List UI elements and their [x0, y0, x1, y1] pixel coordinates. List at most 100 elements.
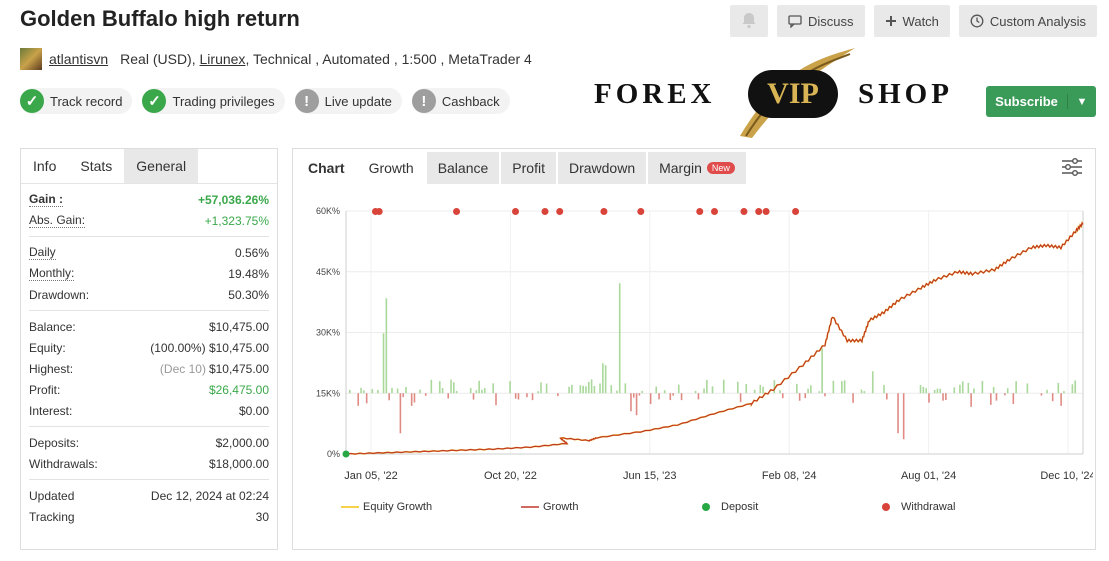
badge-label: Cashback [441, 93, 500, 109]
profit-bar [992, 387, 995, 394]
profit-bar [863, 391, 866, 394]
profit-bar [441, 388, 444, 394]
loss-bar [413, 393, 416, 403]
profit-bar [973, 388, 975, 394]
loss-bar [410, 393, 413, 406]
badge-cashback: ! Cashback [411, 88, 510, 114]
loss-bar [365, 393, 368, 404]
profit-bar [419, 389, 421, 394]
check-icon: ✓ [142, 89, 167, 113]
x-tick-label: Oct 20, '22 [484, 470, 537, 482]
x-tick-label: Jan 05, '22 [344, 470, 397, 482]
custom-analysis-button[interactable]: Custom Analysis [958, 5, 1097, 37]
chart-tab-label: Chart [297, 152, 356, 184]
loss-bar [798, 393, 801, 401]
profit-bar [590, 379, 593, 394]
legend-label: Withdrawal [901, 501, 956, 513]
profit-bar [481, 389, 483, 394]
new-badge: New [706, 162, 735, 174]
profit-bar [1057, 382, 1060, 394]
chart-settings-icon[interactable] [1061, 157, 1083, 182]
profit-bar [593, 385, 596, 394]
profit-bar [396, 388, 399, 394]
loss-bar [399, 393, 402, 434]
profit-bar [843, 380, 846, 394]
stat-key[interactable]: Daily [29, 245, 56, 260]
profit-bar [810, 385, 812, 394]
stat-value: Dec 12, 2024 at 02:24 [150, 488, 269, 503]
username-link[interactable]: atlantisvn [49, 51, 108, 67]
broker-link[interactable]: Lirunex [200, 51, 246, 67]
legend-withdrawal[interactable]: Withdrawal [881, 501, 1031, 513]
tab-balance[interactable]: Balance [426, 152, 500, 184]
tab-general[interactable]: General [124, 149, 199, 183]
stat-interest: Interest: $0.00 [29, 400, 269, 421]
withdrawal-marker [600, 208, 608, 215]
profit-bar [1074, 380, 1076, 394]
legend-growth[interactable]: Growth [521, 501, 701, 513]
loss-bar [635, 393, 638, 416]
equity-growth-line [345, 221, 1084, 456]
profit-bar [711, 386, 714, 394]
growth-chart[interactable]: 0% 15K% 30K% 45K% 60K% Jan 05, '22 Oct 20, '22… [293, 189, 1093, 494]
profit-bar [382, 333, 385, 394]
profit-bar [841, 381, 843, 394]
tab-profit[interactable]: Profit [501, 152, 556, 184]
avatar[interactable] [20, 48, 42, 70]
profit-bar [818, 391, 821, 394]
stat-key: Tracking [29, 509, 75, 524]
stat-key[interactable]: Abs. Gain: [29, 213, 86, 228]
profit-bar [703, 388, 705, 394]
divider [29, 426, 269, 427]
loss-bar [990, 393, 992, 405]
logo-left-text: FOREX [594, 78, 716, 110]
legend-equity[interactable]: Equity Growth [341, 501, 521, 513]
tab-info[interactable]: Info [21, 149, 69, 183]
withdrawal-marker [541, 208, 549, 215]
notify-button[interactable] [730, 5, 769, 37]
stat-key: Interest: [29, 403, 73, 418]
subscribe-button[interactable]: Subscribe ▼ [986, 86, 1096, 117]
stat-value: $10,475.00 [208, 361, 269, 376]
profit-bar [722, 379, 725, 394]
profit-bar [571, 384, 573, 394]
stat-highest: Highest: (Dec 10) $10,475.00 [29, 358, 269, 379]
stat-equity-pct: (100.00%) [150, 340, 206, 355]
legend-deposit[interactable]: Deposit [701, 501, 881, 513]
stat-value: +1,323.75% [204, 213, 269, 228]
profit-bar [1006, 388, 1009, 394]
x-tick-label: Jun 15, '23 [623, 470, 676, 482]
loss-bar [897, 393, 899, 434]
divider [29, 236, 269, 237]
watch-button[interactable]: Watch [873, 5, 950, 37]
loss-bar [928, 393, 930, 403]
exclamation-icon: ! [294, 89, 319, 113]
profit-bar [871, 371, 874, 394]
profit-bar [602, 363, 604, 394]
tab-growth[interactable]: Growth [357, 152, 425, 184]
tab-margin[interactable]: Margin New [648, 152, 746, 184]
badge-trading-privileges: ✓ Trading privileges [142, 88, 285, 114]
stat-value: $26,475.00 [208, 382, 269, 397]
stat-key: Updated [29, 488, 75, 503]
tab-stats[interactable]: Stats [68, 149, 125, 183]
loss-bar [357, 393, 360, 406]
profit-bar [599, 383, 601, 394]
stat-value: +57,036.26% [197, 192, 269, 207]
loss-bar [632, 393, 635, 398]
profit-bar [475, 390, 478, 394]
account-info: atlantisvn Real (USD), Lirunex , Technic… [20, 48, 532, 70]
profit-bar [821, 348, 823, 394]
status-badges: ✓ Track record ✓ Trading privileges ! Li… [20, 88, 510, 114]
tab-drawdown[interactable]: Drawdown [557, 152, 647, 184]
stat-monthly: Monthly: 19.48% [29, 263, 269, 284]
profit-bar [959, 384, 961, 394]
stat-key[interactable]: Gain : [29, 192, 64, 207]
plus-icon [885, 15, 897, 27]
stat-deposits: Deposits: $2,000.00 [29, 432, 269, 453]
loss-bar [1051, 393, 1054, 402]
discuss-button[interactable]: Discuss [777, 5, 865, 37]
chevron-down-icon[interactable]: ▼ [1068, 96, 1096, 108]
stat-key[interactable]: Monthly: [29, 266, 75, 281]
profit-bar [745, 383, 748, 394]
